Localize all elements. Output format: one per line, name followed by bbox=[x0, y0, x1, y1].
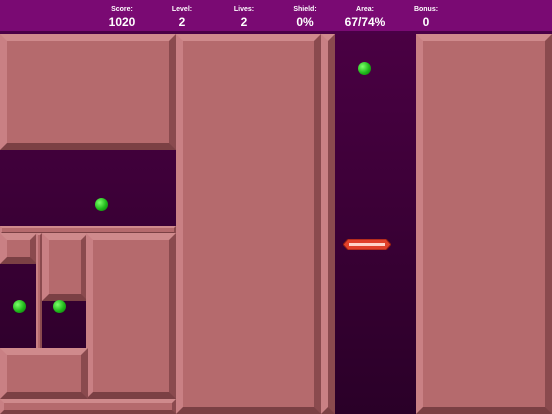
bonus-value: 0 bbox=[422, 15, 430, 29]
filled-block bbox=[176, 34, 321, 414]
playfield[interactable] bbox=[0, 34, 552, 414]
level-label: Level: bbox=[171, 6, 193, 13]
lives-stat: Lives: 2 bbox=[209, 6, 279, 30]
filled-block bbox=[416, 34, 552, 414]
ball bbox=[13, 300, 26, 313]
lives-value: 2 bbox=[240, 15, 248, 29]
filled-block bbox=[42, 233, 88, 301]
area-value: 67/74% bbox=[344, 15, 386, 29]
area-label: Area: bbox=[356, 6, 374, 13]
ball bbox=[53, 300, 66, 313]
bonus-stat: Bonus: 0 bbox=[391, 6, 461, 30]
area-stat: Area: 67/74% bbox=[330, 6, 400, 30]
filled-block bbox=[0, 399, 176, 414]
cutter-icon[interactable] bbox=[343, 239, 391, 250]
hud-bar: Score: 1020 Level: 2 Lives: 2 Shield: 0%… bbox=[0, 0, 552, 34]
filled-block bbox=[0, 233, 37, 264]
ball bbox=[95, 198, 108, 211]
filled-block bbox=[86, 233, 176, 399]
level-stat: Level: 2 bbox=[147, 6, 217, 30]
lives-label: Lives: bbox=[233, 6, 255, 13]
filled-block bbox=[0, 348, 88, 399]
filled-block bbox=[0, 34, 176, 150]
filled-block bbox=[321, 34, 335, 414]
level-value: 2 bbox=[178, 15, 186, 29]
bonus-label: Bonus: bbox=[413, 6, 439, 13]
ball bbox=[358, 62, 371, 75]
